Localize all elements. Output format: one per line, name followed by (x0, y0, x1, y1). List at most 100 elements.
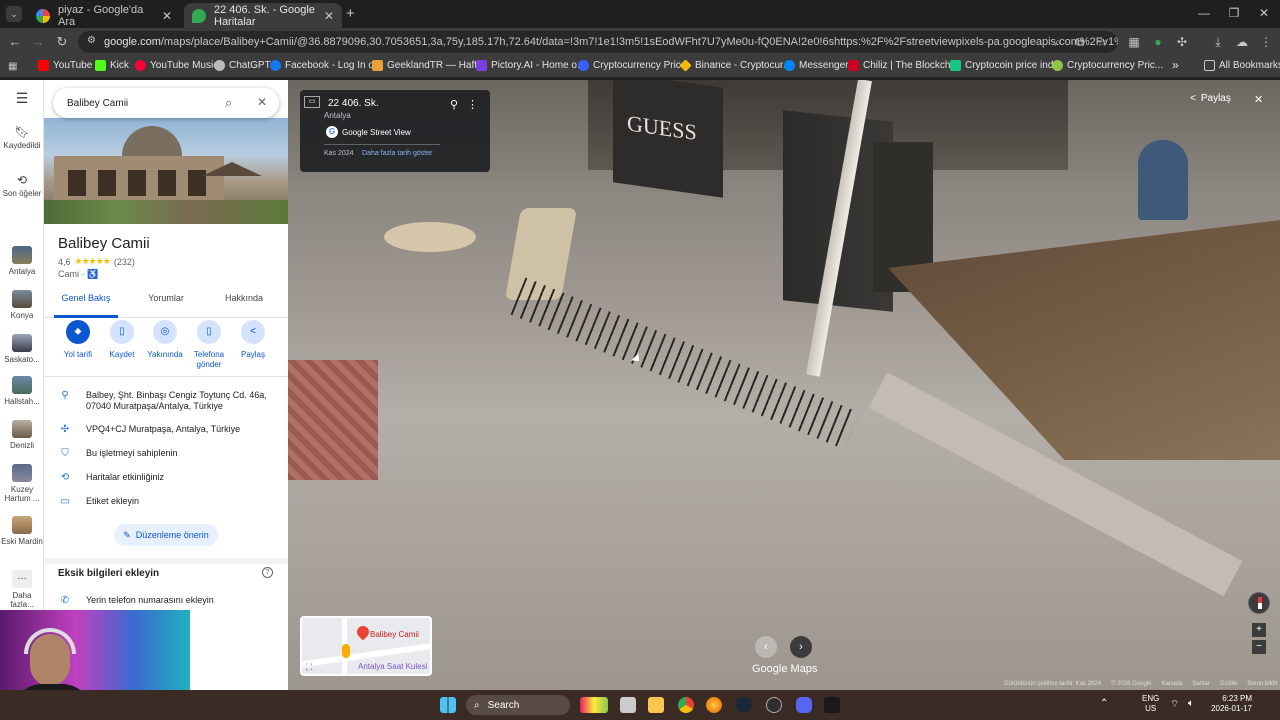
windows-start-icon[interactable] (440, 697, 456, 713)
plus-code-row[interactable]: ✣ VPQ4+CJ Muratpaşa, Antalya, Türkiye (58, 424, 280, 435)
rail-recent-place[interactable]: Saskato... (0, 334, 44, 364)
share-street-view-button[interactable]: < Paylaş (1190, 93, 1231, 104)
network-icon[interactable]: ⌔ (1170, 698, 1179, 711)
tab-about[interactable]: Hakkında (214, 292, 274, 318)
nexon-icon[interactable] (824, 697, 840, 713)
privacy-link[interactable]: Gizlilik (1220, 681, 1237, 687)
terms-link[interactable]: Şartlar (1192, 681, 1210, 687)
more-dates-link[interactable]: Daha fazla tarih göster (362, 150, 432, 157)
close-tab-icon[interactable]: ✕ (162, 9, 172, 23)
rail-recent-place[interactable]: Konya (0, 290, 44, 320)
street-view-source[interactable]: G Google Street View (326, 126, 411, 138)
suggest-edit-button[interactable]: ✎ Düzenleme önerin (114, 524, 218, 546)
bookmark-item[interactable]: GeeklandTR — Haft... (372, 60, 485, 71)
share-button[interactable]: < Paylaş (231, 320, 275, 360)
bookmarks-overflow-button[interactable]: » (1172, 58, 1179, 72)
zoom-icon[interactable]: ⌕ (1050, 34, 1066, 50)
bookmark-item[interactable]: Chiliz | The Blockch... (848, 60, 959, 71)
back-to-map-icon[interactable]: ▭ (304, 96, 320, 108)
bookmark-item[interactable]: ChatGPT (214, 60, 271, 71)
site-info-icon[interactable]: ⚙ (87, 35, 96, 46)
next-arrow-button[interactable]: › (790, 636, 812, 658)
claim-business-row[interactable]: ⛉ Bu işletmeyi sahiplenin (58, 448, 280, 459)
back-arrow-icon[interactable]: ← (6, 33, 24, 51)
bookmark-item[interactable]: YouTube Music (135, 60, 218, 71)
tab-google-maps[interactable]: 22 406. Sk. - Google Haritalar ✕ (184, 3, 342, 28)
bookmark-item[interactable]: YouTube (38, 60, 92, 71)
address-row[interactable]: ⚲ Balbey, Şht. Binbaşı Cengiz Toytunç Cd… (58, 390, 280, 412)
rail-recent-place[interactable]: Kuzey Hartum ... (0, 464, 44, 503)
save-button[interactable]: ▯ Kaydet (100, 320, 144, 360)
compass-icon[interactable] (1248, 592, 1270, 614)
report-link[interactable]: Sorun bildir (1247, 681, 1277, 687)
rail-recent-place[interactable]: Denizli (0, 420, 44, 450)
tab-reviews[interactable]: Yorumlar (136, 292, 196, 318)
rail-more[interactable]: … Daha fazla... (0, 570, 44, 609)
rail-recent[interactable]: ⟲ Son öğeler (0, 174, 44, 198)
nearby-button[interactable]: ◎ Yakınında (143, 320, 187, 360)
bookmark-item[interactable]: Pictory.AI - Home o... (476, 60, 585, 71)
restore-button[interactable]: ❐ (1222, 6, 1246, 20)
all-bookmarks-button[interactable]: All Bookmarks (1204, 60, 1280, 71)
rail-recent-place[interactable]: Antalya (0, 246, 44, 276)
close-tab-icon[interactable]: ✕ (324, 9, 334, 23)
tab-overview[interactable]: Genel Bakış (54, 292, 118, 318)
region-link[interactable]: Kanada (1162, 681, 1183, 687)
add-phone-row[interactable]: ✆ Yerin telefon numarasını ekleyin (58, 595, 280, 606)
extension-green-icon[interactable]: ● (1150, 34, 1166, 50)
close-street-view-button[interactable]: ✕ (1254, 93, 1263, 106)
previous-arrow-button[interactable]: ‹ (755, 636, 777, 658)
apps-grid-icon[interactable]: ▦ (8, 61, 17, 72)
tab-search-button[interactable]: ⌄ (6, 6, 22, 22)
discord-icon[interactable] (796, 697, 812, 713)
zoom-in-button[interactable]: + (1252, 623, 1266, 637)
qr-code-icon[interactable]: ▦ (1126, 34, 1142, 50)
firefox-icon[interactable] (706, 697, 722, 713)
obs-icon[interactable] (766, 697, 782, 713)
place-photo[interactable] (44, 118, 288, 224)
minimap[interactable]: Balibey Camii Antalya Saat Kulesi ⛶ (300, 616, 432, 676)
address-bar[interactable]: ⚙ google.com/maps/place/Balibey+Camii/@3… (78, 31, 1118, 53)
maps-search-input[interactable]: Balibey Camii ⌕ ✕ (53, 88, 279, 118)
minimize-button[interactable]: — (1192, 6, 1216, 20)
review-count[interactable]: (232) (114, 257, 135, 267)
rail-recent-place[interactable]: Hallstah... (0, 376, 44, 406)
bookmark-item[interactable]: Kick (95, 60, 129, 71)
send-to-phone-button[interactable]: ▯ Telefona gönder (187, 320, 231, 370)
search-icon[interactable]: ⌕ (225, 95, 232, 111)
volume-icon[interactable]: 🔈︎ (1188, 698, 1194, 709)
profile-avatar-icon[interactable]: ☁ (1234, 34, 1250, 50)
help-icon[interactable]: ? (262, 567, 273, 578)
directions-button[interactable]: ⬥ Yol tarifi (56, 320, 100, 360)
bookmark-item[interactable]: Cryptocoin price ind... (950, 60, 1062, 71)
extensions-puzzle-icon[interactable]: ✣ (1174, 34, 1190, 50)
flowers-widget-icon[interactable] (580, 697, 608, 713)
install-app-icon[interactable]: ⧉ (1072, 34, 1088, 50)
menu-icon[interactable]: ☰ (0, 91, 44, 105)
forward-arrow-icon[interactable]: → (29, 33, 47, 51)
tray-chevron-icon[interactable]: ⌃ (1100, 698, 1108, 709)
steam-icon[interactable] (736, 697, 752, 713)
tab-google-search[interactable]: piyaz - Google'da Ara ✕ (28, 3, 180, 28)
zoom-out-button[interactable]: − (1252, 640, 1266, 654)
bookmark-item[interactable]: Cryptocurrency Pric... (578, 60, 689, 71)
more-vertical-icon[interactable]: ⋮ (467, 98, 478, 111)
expand-map-icon[interactable]: ⛶ (306, 662, 312, 673)
reload-icon[interactable]: ↻ (53, 33, 71, 51)
browser-menu-icon[interactable]: ⋮ (1258, 34, 1274, 50)
file-explorer-icon[interactable] (648, 697, 664, 713)
add-label-row[interactable]: ▭ Etiket ekleyin (58, 496, 280, 507)
bookmark-item[interactable]: Messenger (784, 60, 848, 71)
taskbar-search[interactable]: ⌕ Search (466, 695, 570, 715)
rail-saved[interactable]: 🔖︎ Kaydedildi (0, 126, 44, 150)
close-window-button[interactable]: ✕ (1252, 6, 1276, 20)
language-indicator[interactable]: ENG US (1142, 694, 1159, 714)
maps-activity-row[interactable]: ⟲ Haritalar etkinliğiniz (58, 472, 280, 483)
chrome-icon[interactable] (678, 697, 694, 713)
download-icon[interactable]: ⤓ (1210, 34, 1226, 50)
task-view-icon[interactable] (620, 697, 636, 713)
clear-search-icon[interactable]: ✕ (257, 95, 267, 109)
location-pin-icon[interactable]: ⚲ (450, 98, 458, 111)
bookmark-item[interactable]: Cryptocurrency Pric... (1052, 60, 1163, 71)
bookmark-item[interactable]: Binance - Cryptocur... (679, 59, 791, 72)
